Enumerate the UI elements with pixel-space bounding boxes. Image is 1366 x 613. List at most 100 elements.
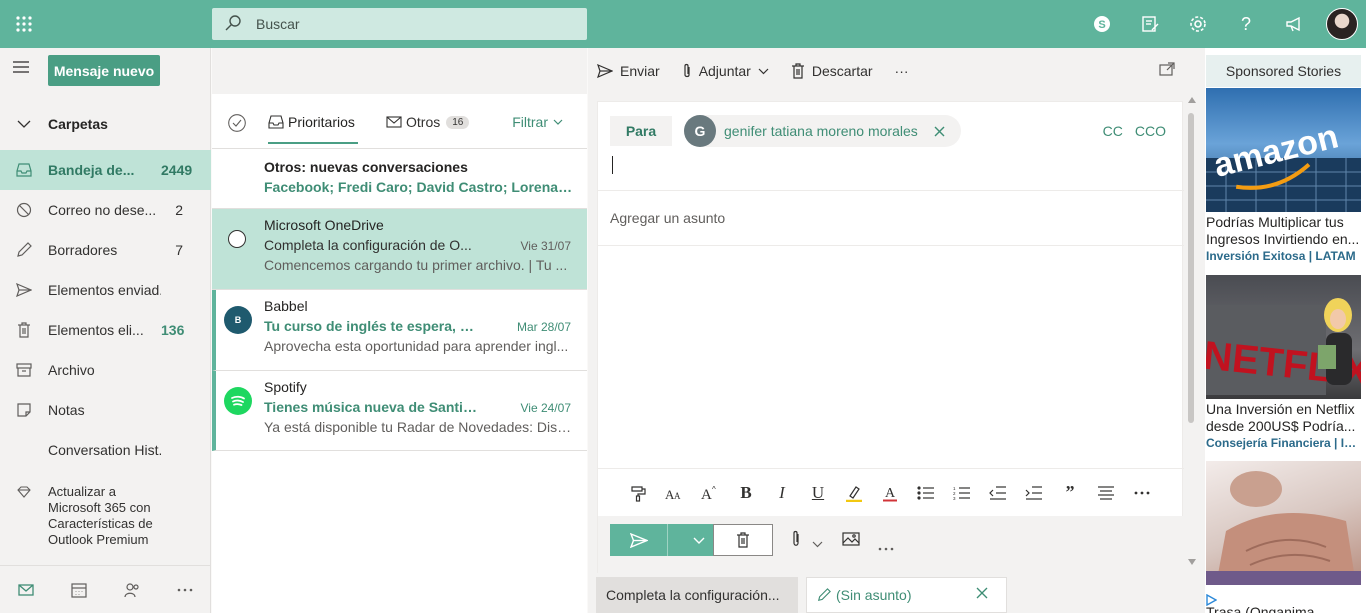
folder-drafts[interactable]: Borradores 7 [0,230,211,270]
increase-indent-icon[interactable] [1016,478,1052,508]
folders-header[interactable]: Carpetas [0,104,211,144]
settings-gear-icon[interactable] [1174,0,1222,48]
ad-image-amazon[interactable]: amazon [1206,88,1361,212]
list-item-onedrive[interactable]: Microsoft OneDrive Completa la configura… [212,209,587,290]
font-size-icon[interactable]: AA [656,478,692,508]
top-bar: Buscar S ? [0,0,1366,48]
decrease-indent-icon[interactable] [980,478,1016,508]
numbered-list-icon[interactable]: 123 [944,478,980,508]
ad-image-netflix[interactable]: NETFLIX [1206,275,1361,399]
item-subject: Facebook; Fredi Caro; David Castro; Lore… [264,179,574,195]
my-day-icon[interactable] [1126,0,1174,48]
mail-icon[interactable] [0,566,53,613]
select-radio[interactable] [228,230,246,248]
send-button[interactable]: Enviar [597,63,660,79]
bold-icon[interactable]: B [728,478,764,508]
diamond-icon [0,484,48,548]
ad-source[interactable]: Consejería Financiera | Inv... [1206,436,1362,450]
draft-tab-onedrive[interactable]: Completa la configuración... [596,577,798,613]
message-body[interactable] [598,246,1184,468]
highlight-icon[interactable] [836,478,872,508]
remove-recipient-close-icon[interactable] [934,126,945,137]
italic-icon[interactable]: I [764,478,800,508]
item-preview: Comencemos cargando tu primer archivo. |… [264,257,568,273]
folder-count: 2449 [161,162,193,178]
subject-input[interactable]: Agregar un asunto [598,190,1184,246]
item-sender: Otros: nuevas conversaciones [264,159,468,175]
to-button[interactable]: Para [610,116,672,146]
align-icon[interactable] [1088,478,1124,508]
calendar-icon[interactable] [53,566,106,613]
folder-notes[interactable]: Notas [0,390,211,430]
filter-button[interactable]: Filtrar [512,114,563,130]
text-cursor [612,156,613,174]
archive-icon [0,363,48,377]
send-primary-button[interactable] [610,524,668,556]
folder-deleted[interactable]: Elementos eli... 136 [0,310,211,350]
more-options-button[interactable]: ··· [895,63,909,79]
send-split-button [610,524,729,556]
bullet-list-icon[interactable] [908,478,944,508]
skype-icon[interactable]: S [1078,0,1126,48]
underline-icon[interactable]: U [800,478,836,508]
search-box[interactable]: Buscar [212,8,587,40]
subject-placeholder: Agregar un asunto [610,210,726,226]
quote-icon[interactable]: ” [1052,478,1088,508]
format-painter-icon[interactable] [620,478,656,508]
feedback-megaphone-icon[interactable] [1270,0,1318,48]
folder-name: Archivo [48,362,95,378]
discard-button[interactable]: Descartar [791,63,873,79]
select-all-check-icon[interactable] [228,114,246,135]
attach-button[interactable]: Adjuntar [682,63,769,79]
bcc-button[interactable]: CCO [1135,123,1166,139]
ad-source[interactable]: Inversión Exitosa | LATAM [1206,249,1362,263]
svg-text:3: 3 [953,496,956,500]
chevron-down-icon[interactable] [812,535,823,551]
tab-focused[interactable]: Prioritarios [268,114,358,144]
item-subject: Completa la configuración de O... [264,237,472,253]
draft-tab-no-subject[interactable]: (Sin asunto) [806,577,1007,613]
folder-sent[interactable]: Elementos enviad... [0,270,211,310]
tab-other[interactable]: Otros 16 [386,114,470,130]
module-switcher [0,565,211,613]
new-message-button[interactable]: Mensaje nuevo [48,55,160,86]
folder-inbox[interactable]: Bandeja de... 2449 [0,150,211,190]
more-formatting-icon[interactable] [1124,478,1160,508]
discard-draft-button[interactable] [713,524,773,556]
font-color-icon[interactable]: A [872,478,908,508]
upgrade-premium-link[interactable]: Actualizar a Microsoft 365 con Caracterí… [0,484,211,548]
close-icon[interactable] [976,587,988,599]
list-item-other-conversations[interactable]: Otros: nuevas conversaciones Facebook; F… [212,150,587,209]
folder-archive[interactable]: Archivo [0,350,211,390]
adchoices-icon[interactable] [1205,593,1218,609]
ads-title: Sponsored Stories [1206,55,1361,87]
recipient-chip[interactable]: G genifer tatiana moreno morales [684,115,961,147]
folder-conversation-history[interactable]: Conversation Hist... [0,430,211,470]
popout-icon[interactable] [1159,62,1175,79]
grow-font-icon[interactable]: A ^ [692,478,728,508]
cc-button[interactable]: CC [1103,123,1123,139]
folder-junk[interactable]: Correo no dese... 2 [0,190,211,230]
svg-text:A: A [885,486,896,501]
ad-image-fitness[interactable] [1206,461,1361,585]
attach-paperclip-icon[interactable] [791,530,801,551]
profile-avatar[interactable] [1318,0,1366,48]
app-launcher-icon[interactable] [0,0,48,48]
more-actions-icon[interactable] [878,538,894,554]
list-item-babbel[interactable]: B Babbel Tu curso de inglés te espera, a… [212,290,587,371]
item-preview: Aprovecha esta oportunidad para aprender… [264,338,569,354]
people-icon[interactable] [106,566,159,613]
ad-text[interactable]: Podrías Multiplicar tus Ingresos Invirti… [1206,214,1362,248]
ad-text[interactable]: Una Inversión en Netflix desde 200US$ Po… [1206,401,1362,435]
hamburger-menu-icon[interactable] [12,60,36,80]
insert-image-icon[interactable] [842,532,860,549]
help-icon[interactable]: ? [1222,0,1270,48]
folder-count: 2 [175,202,183,218]
inbox-icon [0,163,48,177]
more-apps-icon[interactable] [158,566,211,613]
tab-other-label: Otros [406,114,441,130]
compose-scrollbar[interactable] [1188,95,1196,565]
list-item-spotify[interactable]: Spotify Tienes música nueva de Santia...… [212,371,587,451]
item-date: Vie 31/07 [520,239,572,253]
ad-text-cut[interactable]: Trasa (Onganima... [1206,604,1361,613]
